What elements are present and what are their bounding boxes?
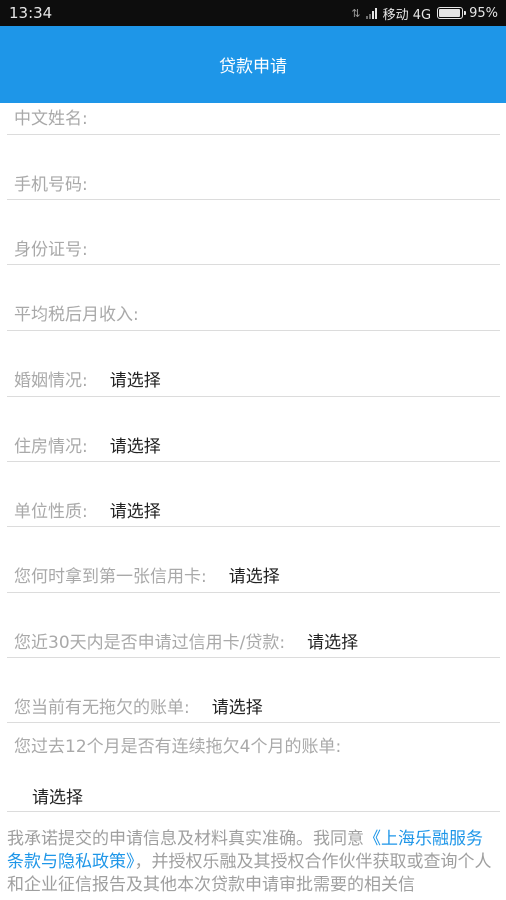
recent-apply-label: 您近30天内是否申请过信用卡/贷款: bbox=[14, 632, 286, 653]
recent-apply-value[interactable]: 请选择 bbox=[307, 628, 358, 653]
first-card-value[interactable]: 请选择 bbox=[229, 562, 280, 587]
income-label: 平均税后月收入: bbox=[14, 304, 139, 325]
first-card-label: 您何时拿到第一张信用卡: bbox=[14, 566, 207, 587]
marital-status-label: 婚姻情况: bbox=[14, 370, 88, 391]
overdue-now-select[interactable]: 您当前有无拖欠的账单: 请选择 bbox=[7, 658, 500, 723]
employer-type-label: 单位性质: bbox=[14, 501, 88, 522]
battery-icon bbox=[437, 7, 467, 19]
recent-apply-select[interactable]: 您近30天内是否申请过信用卡/贷款: 请选择 bbox=[7, 593, 500, 658]
overdue-now-label: 您当前有无拖欠的账单: bbox=[14, 697, 190, 718]
name-label: 中文姓名: bbox=[14, 109, 88, 129]
agreement-text: 我承诺提交的申请信息及材料真实准确。我同意《上海乐融服务条款与隐私政策》，并授权… bbox=[7, 828, 499, 897]
overdue-now-value[interactable]: 请选择 bbox=[212, 693, 263, 718]
employer-type-value[interactable]: 请选择 bbox=[110, 497, 161, 522]
battery-percent: 95% bbox=[469, 5, 498, 21]
signal-icon bbox=[365, 7, 377, 19]
agreement-prefix: 我承诺提交的申请信息及材料真实准确。我同意 bbox=[7, 829, 364, 849]
housing-select[interactable]: 住房情况: 请选择 bbox=[7, 397, 500, 462]
income-field[interactable]: 平均税后月收入: bbox=[7, 265, 500, 331]
first-card-select[interactable]: 您何时拿到第一张信用卡: 请选择 bbox=[7, 527, 500, 593]
marital-status-select[interactable]: 婚姻情况: 请选择 bbox=[7, 331, 500, 397]
housing-value[interactable]: 请选择 bbox=[110, 432, 161, 457]
page-title: 贷款申请 bbox=[219, 57, 287, 77]
overdue-history-label: 您过去12个月是否有连续拖欠4个月的账单: bbox=[14, 737, 342, 757]
status-time: 13:34 bbox=[9, 4, 53, 22]
phone-label: 手机号码: bbox=[14, 174, 88, 195]
data-activity-icon: ⇅ bbox=[351, 6, 360, 20]
marital-status-value[interactable]: 请选择 bbox=[110, 366, 161, 391]
id-number-label: 身份证号: bbox=[14, 239, 88, 260]
employer-type-select[interactable]: 单位性质: 请选择 bbox=[7, 462, 500, 527]
phone-field[interactable]: 手机号码: bbox=[7, 135, 500, 200]
name-field[interactable]: 中文姓名: bbox=[7, 103, 500, 135]
app-header: 贷款申请 bbox=[0, 26, 506, 103]
id-number-field[interactable]: 身份证号: bbox=[7, 200, 500, 265]
overdue-history-select[interactable]: 您过去12个月是否有连续拖欠4个月的账单: 请选择 bbox=[7, 723, 500, 812]
housing-label: 住房情况: bbox=[14, 436, 88, 457]
status-bar: 13:34 ⇅ 移动 4G 95% bbox=[0, 0, 506, 26]
status-indicators: ⇅ 移动 4G 95% bbox=[351, 4, 498, 23]
carrier-label: 移动 4G bbox=[382, 7, 432, 23]
overdue-history-value[interactable]: 请选择 bbox=[32, 783, 83, 808]
